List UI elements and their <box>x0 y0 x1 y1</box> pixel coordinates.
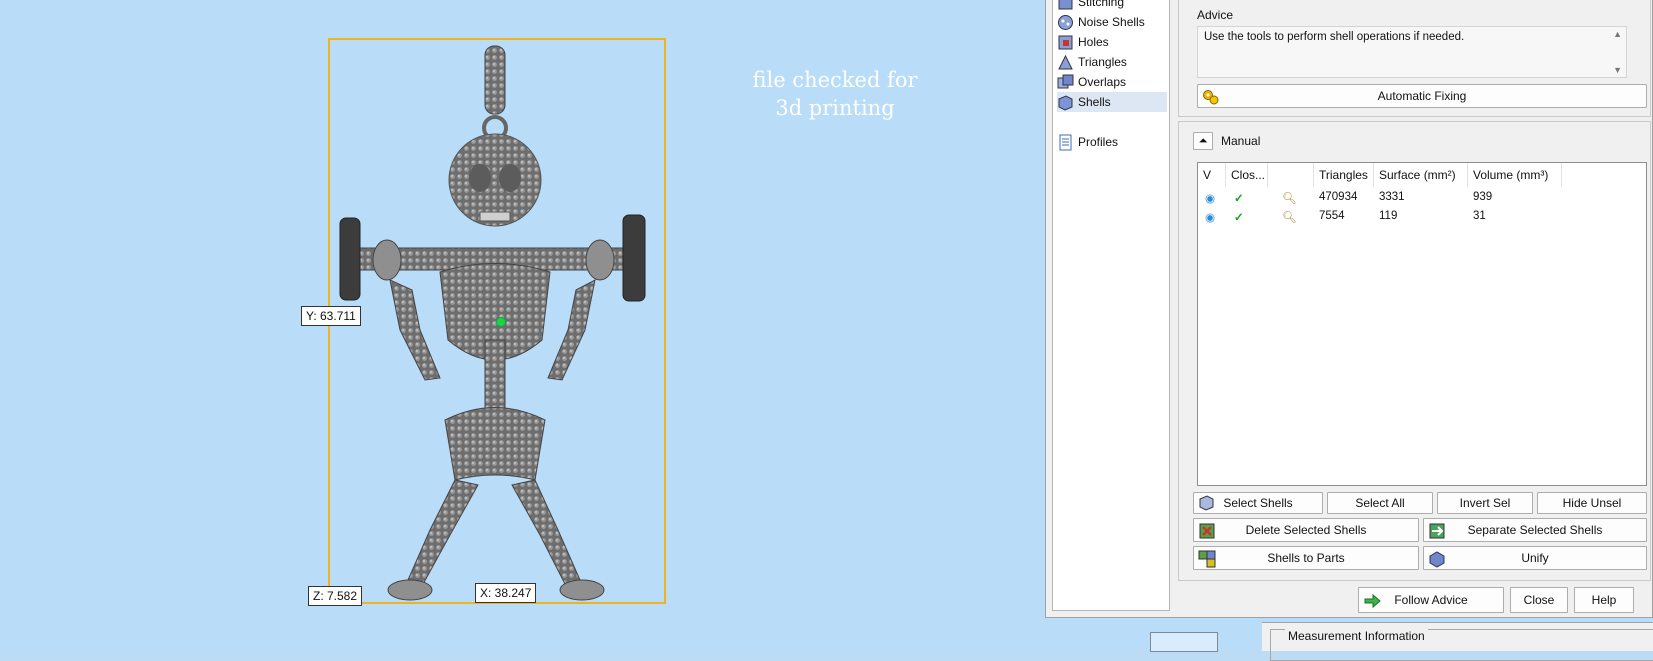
close-button[interactable]: Close <box>1510 587 1568 613</box>
overlay-caption: file checked for 3d printing <box>700 66 970 122</box>
shells-to-parts-icon <box>1198 550 1216 568</box>
separate-selected-shells-button[interactable]: Separate Selected Shells <box>1423 518 1647 542</box>
dimension-y-label: Y: 63.711 <box>301 306 361 326</box>
table-row[interactable]: ◉ ✓ 🔍︎ 470934 3331 939 <box>1198 189 1646 208</box>
eye-icon[interactable]: ◉ <box>1205 210 1215 224</box>
triangles-icon <box>1058 54 1073 69</box>
checkmark-icon: ✓ <box>1234 193 1244 205</box>
holes-icon <box>1058 35 1073 49</box>
separate-shell-icon <box>1429 523 1445 539</box>
column-header-volume[interactable]: Volume (mm³) <box>1468 163 1562 187</box>
follow-advice-button[interactable]: Follow Advice <box>1358 587 1504 613</box>
nav-item-shells[interactable]: Shells <box>1057 92 1167 112</box>
table-row[interactable]: ◉ ✓ 🔍︎ 7554 119 31 <box>1198 208 1646 227</box>
button-label: Invert Sel <box>1459 496 1511 510</box>
delete-selected-shells-button[interactable]: Delete Selected Shells <box>1193 518 1419 542</box>
button-label: Close <box>1523 593 1555 607</box>
magnifier-icon[interactable]: 🔍︎ <box>1282 210 1297 224</box>
column-header-inspect[interactable] <box>1268 163 1314 187</box>
gears-icon <box>1203 90 1219 105</box>
advice-text-box: Use the tools to perform shell operation… <box>1197 26 1627 78</box>
scroll-down-icon[interactable]: ▼ <box>1613 65 1622 75</box>
nav-label: Stitching <box>1078 0 1125 9</box>
button-label: Unify <box>1521 551 1549 565</box>
fix-category-list: Stitching Noise Shells Holes Triangles O… <box>1052 0 1170 611</box>
cell-triangles: 470934 <box>1319 191 1358 203</box>
noise-shells-icon <box>1058 14 1073 30</box>
checkmark-icon: ✓ <box>1234 212 1244 224</box>
button-label: Automatic Fixing <box>1377 89 1467 103</box>
unify-button[interactable]: Unify <box>1423 546 1647 570</box>
nav-label: Holes <box>1078 35 1109 49</box>
fix-wizard-dialog: Stitching Noise Shells Holes Triangles O… <box>1045 0 1653 618</box>
column-header-visible[interactable]: V <box>1198 163 1226 187</box>
document-icon <box>1059 134 1072 150</box>
pivot-point[interactable] <box>496 317 506 327</box>
invert-sel-button[interactable]: Invert Sel <box>1437 492 1533 514</box>
nav-label: Noise Shells <box>1078 15 1145 29</box>
nav-label: Shells <box>1078 95 1111 109</box>
help-button[interactable]: Help <box>1574 587 1634 613</box>
column-header-closed[interactable]: Clos... <box>1226 163 1268 187</box>
measurement-panel: Measurement Information <box>1262 622 1653 661</box>
eye-icon[interactable]: ◉ <box>1205 191 1215 205</box>
select-shells-button[interactable]: Select Shells <box>1193 492 1323 514</box>
cell-surface: 119 <box>1379 210 1398 222</box>
button-label: Help <box>1591 593 1617 607</box>
button-label: Shells to Parts <box>1267 551 1345 565</box>
cell-triangles: 7554 <box>1319 210 1345 222</box>
button-label: Separate Selected Shells <box>1467 523 1603 537</box>
caption-line-1: file checked for <box>752 68 918 92</box>
measurement-group: Measurement Information <box>1270 629 1653 661</box>
cell-surface: 3331 <box>1379 191 1405 203</box>
dimension-z-label: Z: 7.582 <box>308 586 363 606</box>
chevron-up-icon: ⏶ <box>1198 134 1208 147</box>
cell-volume: 31 <box>1473 210 1486 222</box>
caption-line-2: 3d printing <box>775 96 895 120</box>
select-all-button[interactable]: Select All <box>1327 492 1433 514</box>
shells-panel: Advice Use the tools to perform shell op… <box>1178 0 1651 613</box>
nav-label: Overlaps <box>1078 75 1127 89</box>
stitching-icon <box>1058 0 1073 9</box>
button-label: Select Shells <box>1223 496 1293 510</box>
shells-table[interactable]: V Clos... Triangles Surface (mm²) Volume… <box>1197 162 1647 486</box>
nav-item-noise-shells[interactable]: Noise Shells <box>1057 12 1167 32</box>
magnifier-icon[interactable]: 🔍︎ <box>1282 191 1297 205</box>
overlaps-icon <box>1057 74 1074 88</box>
column-header-triangles[interactable]: Triangles <box>1314 163 1374 187</box>
nav-item-overlaps[interactable]: Overlaps <box>1057 72 1167 92</box>
nav-label: Profiles <box>1078 135 1119 149</box>
advice-group: Advice Use the tools to perform shell op… <box>1178 0 1651 117</box>
nav-item-profiles[interactable]: Profiles <box>1057 132 1167 152</box>
cell-volume: 939 <box>1473 191 1493 203</box>
delete-shell-icon <box>1199 523 1215 539</box>
hide-unsel-button[interactable]: Hide Unsel <box>1537 492 1647 514</box>
dimension-x-label: X: 38.247 <box>475 583 537 603</box>
shells-to-parts-button[interactable]: Shells to Parts <box>1193 546 1419 570</box>
axis-gizmo[interactable] <box>1150 632 1218 652</box>
shells-icon <box>1058 94 1073 111</box>
collapse-manual-button[interactable]: ⏶ <box>1193 132 1213 150</box>
column-header-surface[interactable]: Surface (mm²) <box>1374 163 1468 187</box>
nav-item-stitching[interactable]: Stitching <box>1057 0 1167 12</box>
nav-label: Triangles <box>1078 55 1127 69</box>
measurement-title: Measurement Information <box>1285 629 1428 643</box>
manual-group: ⏶ Manual V Clos... Triangles Surface (mm… <box>1178 121 1651 581</box>
advice-message: Use the tools to perform shell operation… <box>1204 31 1465 43</box>
nav-item-triangles[interactable]: Triangles <box>1057 52 1167 72</box>
nav-item-holes[interactable]: Holes <box>1057 32 1167 52</box>
button-label: Hide Unsel <box>1562 496 1622 510</box>
automatic-fixing-button[interactable]: Automatic Fixing <box>1197 84 1647 108</box>
manual-label: Manual <box>1221 134 1261 148</box>
button-label: Select All <box>1355 496 1405 510</box>
button-label: Delete Selected Shells <box>1245 523 1367 537</box>
unify-icon <box>1429 551 1445 568</box>
scroll-up-icon[interactable]: ▲ <box>1613 29 1622 39</box>
button-label: Follow Advice <box>1394 593 1468 607</box>
select-shells-icon <box>1199 495 1214 511</box>
arrow-right-icon <box>1364 593 1381 609</box>
advice-title: Advice <box>1197 8 1234 22</box>
